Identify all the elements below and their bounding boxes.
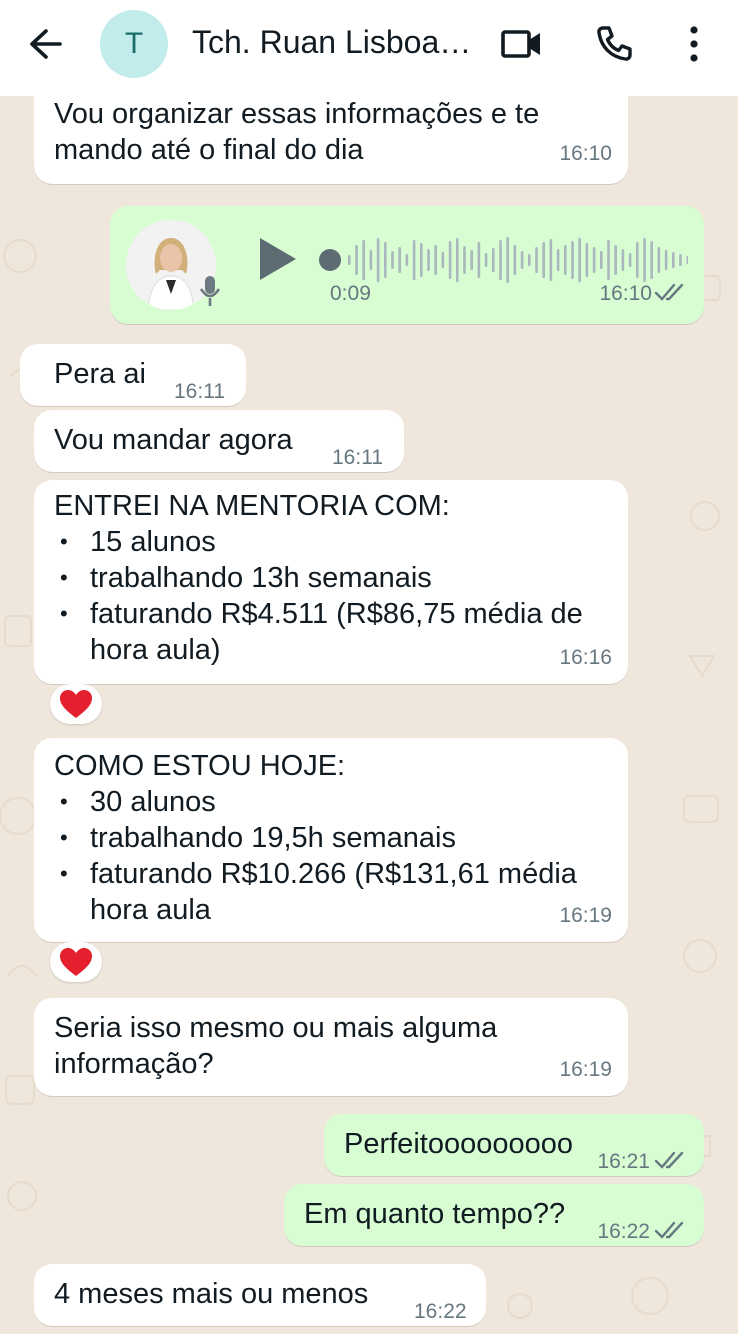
list-item: 30 alunos <box>52 784 577 820</box>
message-text: mando até o final do dia <box>54 134 364 166</box>
reaction-badge[interactable] <box>50 684 102 724</box>
list-item: 15 alunos <box>52 524 583 560</box>
message-time: 16:21 <box>597 1150 650 1173</box>
list-item: trabalhando 19,5h semanais <box>52 820 577 856</box>
read-receipt-icon <box>654 1214 686 1250</box>
voice-call-icon[interactable] <box>594 24 634 69</box>
message-bubble-incoming[interactable]: 4 meses mais ou menos 16:22 <box>34 1264 486 1326</box>
message-bubble-incoming[interactable]: ENTREI NA MENTORIA COM: 15 alunos trabal… <box>34 480 628 684</box>
message-time: 16:22 <box>414 1300 467 1323</box>
bullet-list: 30 alunos trabalhando 19,5h semanais fat… <box>52 784 577 892</box>
heart-icon <box>60 948 92 976</box>
chat-area[interactable]: Vou organizar essas informações e te man… <box>0 96 738 1334</box>
message-heading: COMO ESTOU HOJE: <box>54 750 346 782</box>
message-bubble-outgoing[interactable]: Perfeitooooooooo 16:21 <box>324 1114 704 1176</box>
voice-message-bubble[interactable]: 0:09 16:10 <box>110 206 704 324</box>
list-item: faturando R$10.266 (R$131,61 média <box>52 856 577 892</box>
heart-icon <box>60 690 92 718</box>
message-bubble-outgoing[interactable]: Em quanto tempo?? 16:22 <box>284 1184 704 1246</box>
message-time: 16:19 <box>559 1058 612 1081</box>
read-receipt-icon <box>654 276 686 312</box>
message-text: hora aula) <box>90 634 221 666</box>
message-text: hora aula <box>90 894 211 926</box>
message-bubble-incoming[interactable]: Vou organizar essas informações e te man… <box>34 96 628 184</box>
back-arrow-icon[interactable] <box>26 26 70 62</box>
message-time: 16:11 <box>332 446 383 469</box>
message-text: Vou mandar agora <box>54 424 293 456</box>
message-text: 4 meses mais ou menos <box>54 1278 369 1310</box>
play-button[interactable] <box>256 236 300 291</box>
contact-avatar[interactable]: T <box>100 10 168 78</box>
message-text: informação? <box>54 1048 214 1080</box>
message-text: Em quanto tempo?? <box>304 1198 566 1230</box>
message-time: 16:16 <box>559 646 612 669</box>
message-bubble-incoming[interactable]: Pera ai 16:11 <box>20 344 246 406</box>
message-text: Pera ai <box>54 358 146 390</box>
microphone-icon <box>198 274 222 319</box>
message-bubble-incoming[interactable]: Seria isso mesmo ou mais alguma informaç… <box>34 998 628 1096</box>
contact-name[interactable]: Tch. Ruan Lisboa… <box>192 24 471 61</box>
message-text: Seria isso mesmo ou mais alguma <box>54 1012 498 1044</box>
bullet-list: 15 alunos trabalhando 13h semanais fatur… <box>52 524 583 632</box>
message-bubble-incoming[interactable]: Vou mandar agora 16:11 <box>34 410 404 472</box>
message-time: 16:10 <box>599 282 652 305</box>
voice-duration: 0:09 <box>330 282 371 305</box>
message-text: Perfeitooooooooo <box>344 1128 573 1160</box>
list-item: trabalhando 13h semanais <box>52 560 583 596</box>
message-heading: ENTREI NA MENTORIA COM: <box>54 490 450 522</box>
reaction-badge[interactable] <box>50 942 102 982</box>
message-bubble-incoming[interactable]: COMO ESTOU HOJE: 30 alunos trabalhando 1… <box>34 738 628 942</box>
message-time: 16:22 <box>597 1220 650 1243</box>
message-time: 16:19 <box>559 904 612 927</box>
message-time: 16:11 <box>174 380 225 403</box>
more-options-icon[interactable] <box>684 24 704 69</box>
message-text: Vou organizar essas informações e te <box>54 98 540 130</box>
chat-header: T Tch. Ruan Lisboa… <box>0 0 738 96</box>
list-item: faturando R$4.511 (R$86,75 média de <box>52 596 583 632</box>
video-call-icon[interactable] <box>500 26 544 67</box>
message-time: 16:10 <box>559 142 612 165</box>
read-receipt-icon <box>654 1144 686 1180</box>
